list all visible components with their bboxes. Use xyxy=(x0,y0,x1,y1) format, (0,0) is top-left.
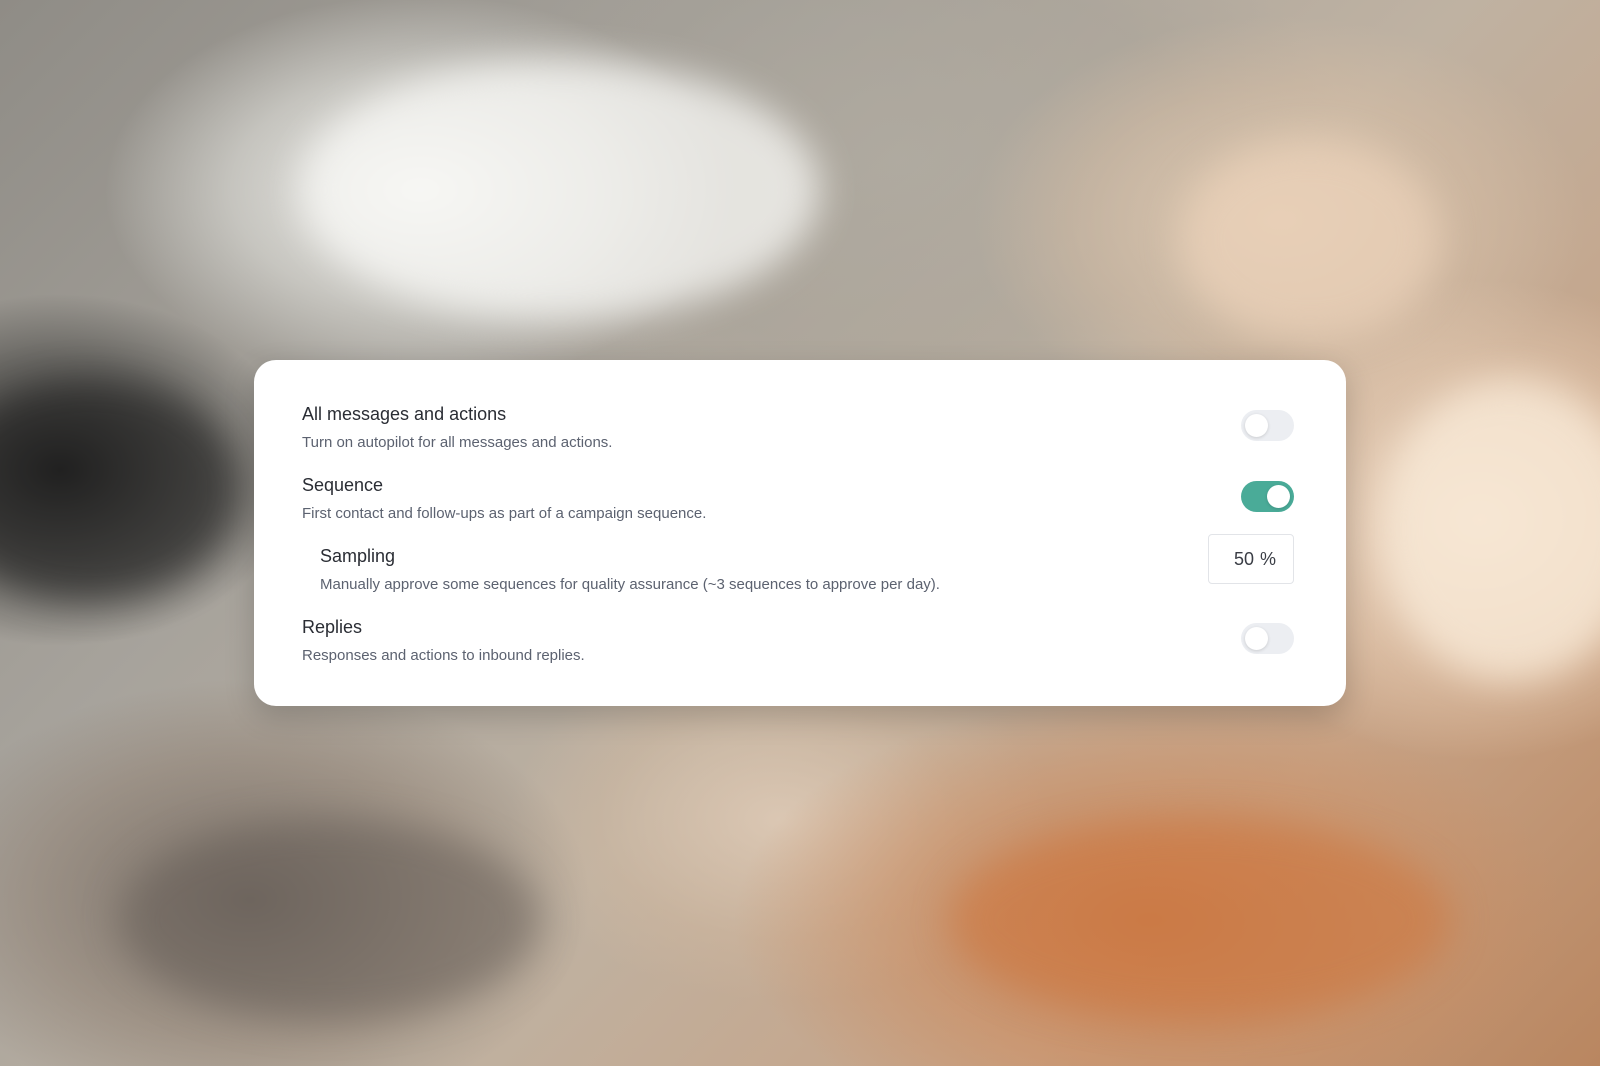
setting-title: Sequence xyxy=(302,475,384,495)
background-shadow xyxy=(120,820,540,1020)
sequence-toggle[interactable] xyxy=(1241,481,1294,512)
autopilot-settings-card: All messages and actions Turn on autopil… xyxy=(254,360,1346,706)
toggle-knob xyxy=(1245,627,1268,650)
background-cloud xyxy=(950,820,1450,1020)
setting-description: First contact and follow-ups as part of … xyxy=(302,505,707,522)
setting-title: Replies xyxy=(302,617,363,637)
background-shadow xyxy=(0,380,240,600)
replies-toggle[interactable] xyxy=(1241,623,1294,654)
background-cloud xyxy=(1180,140,1440,340)
setting-description: Responses and actions to inbound replies… xyxy=(302,647,585,664)
toggle-knob xyxy=(1267,485,1290,508)
setting-title: All messages and actions xyxy=(302,404,507,424)
sampling-value: 50 xyxy=(1233,548,1254,569)
percent-unit: % xyxy=(1259,548,1276,569)
sampling-percent-input[interactable]: 50 % xyxy=(1208,534,1294,584)
setting-description: Turn on autopilot for all messages and a… xyxy=(302,434,613,451)
background-cloud xyxy=(1380,380,1600,680)
toggle-knob xyxy=(1245,414,1268,437)
background-cloud xyxy=(300,60,820,320)
all-messages-toggle[interactable] xyxy=(1241,410,1294,441)
setting-description: Manually approve some sequences for qual… xyxy=(320,576,940,593)
setting-title: Sampling xyxy=(320,546,396,566)
